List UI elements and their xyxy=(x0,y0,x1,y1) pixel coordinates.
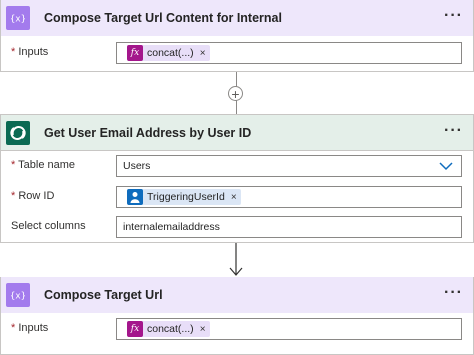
required-marker: * xyxy=(11,322,16,334)
more-options-icon[interactable]: ··· xyxy=(444,285,463,301)
compose-action-card: {x} Compose Target Url ··· * Inputs fx c… xyxy=(0,277,474,355)
inputs-label: * Inputs xyxy=(11,322,49,334)
select-columns-label: Select columns xyxy=(11,220,86,232)
action-header[interactable]: {x} Compose Target Url ··· xyxy=(1,277,473,313)
expression-token[interactable]: fx concat(...) × xyxy=(127,45,210,61)
compose-icon: {x} xyxy=(6,6,30,30)
action-title: Compose Target Url xyxy=(44,288,163,302)
remove-token-icon[interactable]: × xyxy=(200,48,206,59)
table-name-dropdown[interactable]: Users xyxy=(116,155,462,177)
select-columns-row: Select columns internalemailaddress xyxy=(1,215,474,239)
token-text: TriggeringUserId xyxy=(147,191,225,203)
dataverse-icon xyxy=(6,120,30,145)
dataverse-action-card: Get User Email Address by User ID ··· * … xyxy=(0,114,474,243)
select-columns-value: internalemailaddress xyxy=(123,221,220,233)
token-text: concat(...) xyxy=(147,47,194,59)
inputs-label: * Inputs xyxy=(11,46,49,58)
expression-token[interactable]: fx concat(...) × xyxy=(127,321,210,337)
row-id-row: * Row ID TriggeringUserId × xyxy=(1,185,474,209)
action-title: Get User Email Address by User ID xyxy=(44,125,252,140)
row-id-label: * Row ID xyxy=(11,190,55,202)
table-name-value: Users xyxy=(123,160,151,172)
token-text: concat(...) xyxy=(147,323,194,335)
inputs-field[interactable]: fx concat(...) × xyxy=(116,42,462,64)
compose-action-card-internal: {x} Compose Target Url Content for Inter… xyxy=(0,0,474,72)
arrow-down-icon xyxy=(229,243,243,276)
remove-token-icon[interactable]: × xyxy=(231,192,237,203)
table-name-row: * Table name Users xyxy=(1,154,474,178)
more-options-icon[interactable]: ··· xyxy=(444,8,463,24)
action-header[interactable]: Get User Email Address by User ID ··· xyxy=(1,115,473,151)
dynamic-content-token[interactable]: TriggeringUserId × xyxy=(127,189,241,205)
expression-fx-icon: fx xyxy=(127,321,143,337)
user-icon xyxy=(127,189,143,205)
svg-text:{x}: {x} xyxy=(11,15,25,25)
action-header[interactable]: {x} Compose Target Url Content for Inter… xyxy=(1,0,473,36)
row-id-field[interactable]: TriggeringUserId × xyxy=(116,186,462,208)
required-marker: * xyxy=(11,46,16,58)
inputs-row: * Inputs fx concat(...) × xyxy=(1,41,474,65)
compose-icon: {x} xyxy=(6,283,30,307)
inputs-row: * Inputs fx concat(...) × xyxy=(1,317,474,341)
select-columns-field[interactable]: internalemailaddress xyxy=(116,216,462,238)
chevron-down-icon[interactable] xyxy=(439,160,453,172)
inputs-field[interactable]: fx concat(...) × xyxy=(116,318,462,340)
more-options-icon[interactable]: ··· xyxy=(444,123,463,139)
add-step-icon[interactable]: + xyxy=(228,86,243,101)
expression-fx-icon: fx xyxy=(127,45,143,61)
action-title: Compose Target Url Content for Internal xyxy=(44,11,282,25)
remove-token-icon[interactable]: × xyxy=(200,324,206,335)
svg-text:{x}: {x} xyxy=(11,292,25,302)
table-name-label: * Table name xyxy=(11,159,76,171)
